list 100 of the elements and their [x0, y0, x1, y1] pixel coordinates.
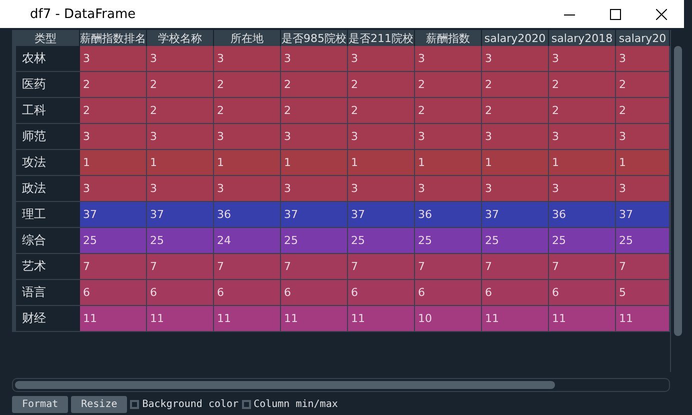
table-cell: 2	[80, 72, 147, 98]
table-cell: 36	[214, 202, 281, 228]
table-cell: 3	[281, 176, 348, 202]
row-header: 综合	[12, 228, 80, 254]
table-cell: 11	[281, 306, 348, 332]
table-cell: 3	[80, 176, 147, 202]
row-header: 农林	[12, 46, 80, 72]
table-cell: 11	[616, 306, 670, 332]
table-cell: 11	[482, 306, 549, 332]
table-cell: 3	[415, 46, 482, 72]
table-cell: 1	[348, 150, 415, 176]
row-header: 师范	[12, 124, 80, 150]
table-cell: 10	[415, 306, 482, 332]
table-cell: 7	[147, 254, 214, 280]
table-cell: 7	[348, 254, 415, 280]
table-cell: 3	[482, 46, 549, 72]
column-header[interactable]: 薪酬指数	[415, 30, 482, 46]
table-cell: 7	[549, 254, 616, 280]
row-header: 财经	[12, 306, 80, 332]
table-cell: 1	[281, 150, 348, 176]
table-cell: 3	[281, 46, 348, 72]
table-cell: 3	[482, 176, 549, 202]
table-cell: 3	[549, 46, 616, 72]
table-cell: 7	[214, 254, 281, 280]
table-cell: 2	[281, 72, 348, 98]
table-cell: 3	[281, 124, 348, 150]
table-cell: 6	[281, 280, 348, 306]
table-cell: 36	[549, 202, 616, 228]
table-cell: 3	[80, 46, 147, 72]
table-cell: 3	[616, 124, 670, 150]
table-cell: 37	[616, 202, 670, 228]
table-cell: 2	[616, 98, 670, 124]
table-cell: 3	[616, 46, 670, 72]
table-cell: 6	[549, 280, 616, 306]
checkbox-label[interactable]: Column min/max	[254, 399, 338, 410]
table-cell: 37	[482, 202, 549, 228]
toolbar-button[interactable]: Resize	[71, 396, 128, 413]
table-cell: 3	[348, 46, 415, 72]
table-cell: 3	[147, 46, 214, 72]
table-cell: 3	[214, 176, 281, 202]
horizontal-scrollbar[interactable]	[12, 378, 670, 392]
table-cell: 3	[549, 176, 616, 202]
table-cell: 11	[348, 306, 415, 332]
column-header[interactable]: 是否985院校	[281, 30, 348, 46]
column-header[interactable]: 所在地	[214, 30, 281, 46]
table-cell: 36	[415, 202, 482, 228]
table-cell: 2	[348, 72, 415, 98]
table-cell: 1	[616, 150, 670, 176]
table-cell: 7	[482, 254, 549, 280]
window-title: df7 - DataFrame	[30, 6, 137, 22]
table-cell: 2	[348, 98, 415, 124]
table-cell: 3	[80, 124, 147, 150]
maximize-icon	[610, 8, 620, 20]
table-cell: 3	[616, 176, 670, 202]
table-cell: 24	[214, 228, 281, 254]
table-cell: 11	[549, 306, 616, 332]
column-header[interactable]: 学校名称	[147, 30, 214, 46]
column-header[interactable]: 薪酬指数排名	[80, 30, 147, 46]
table-cell: 7	[415, 254, 482, 280]
table-cell: 2	[482, 72, 549, 98]
row-header: 工科	[12, 98, 80, 124]
table-cell: 3	[415, 124, 482, 150]
table-cell: 3	[549, 124, 616, 150]
table-cell: 11	[214, 306, 281, 332]
table-cell: 3	[147, 124, 214, 150]
table-cell: 2	[415, 98, 482, 124]
row-header: 政法	[12, 176, 80, 202]
table-cell: 6	[147, 280, 214, 306]
table-cell: 37	[281, 202, 348, 228]
table-cell: 3	[214, 46, 281, 72]
table-cell: 3	[147, 176, 214, 202]
checkbox[interactable]	[130, 400, 140, 409]
table-cell: 7	[80, 254, 147, 280]
table-cell: 1	[214, 150, 281, 176]
table-cell: 25	[616, 228, 670, 254]
table-cell: 6	[348, 280, 415, 306]
column-header[interactable]: salary20	[616, 30, 670, 46]
table-cell: 3	[348, 124, 415, 150]
row-header: 攻法	[12, 150, 80, 176]
checkbox[interactable]	[242, 400, 251, 409]
table-cell: 25	[147, 228, 214, 254]
row-header: 语言	[12, 280, 80, 306]
table-cell: 11	[80, 306, 147, 332]
table-cell: 1	[482, 150, 549, 176]
column-header[interactable]: salary2018	[549, 30, 616, 46]
table-cell: 6	[214, 280, 281, 306]
vertical-scrollbar[interactable]	[670, 30, 684, 372]
checkbox-label[interactable]: Background color	[142, 399, 239, 410]
column-header[interactable]: 类型	[12, 30, 80, 46]
table-cell: 2	[147, 72, 214, 98]
table-cell: 5	[616, 280, 670, 306]
table-cell: 7	[616, 254, 670, 280]
toolbar-button[interactable]: Format	[12, 396, 68, 413]
table-cell: 2	[214, 98, 281, 124]
table-cell: 2	[482, 98, 549, 124]
row-header: 理工	[12, 202, 80, 228]
table-cell: 3	[348, 176, 415, 202]
table-cell: 2	[549, 98, 616, 124]
column-header[interactable]: 是否211院校	[348, 30, 415, 46]
column-header[interactable]: salary2020	[482, 30, 549, 46]
